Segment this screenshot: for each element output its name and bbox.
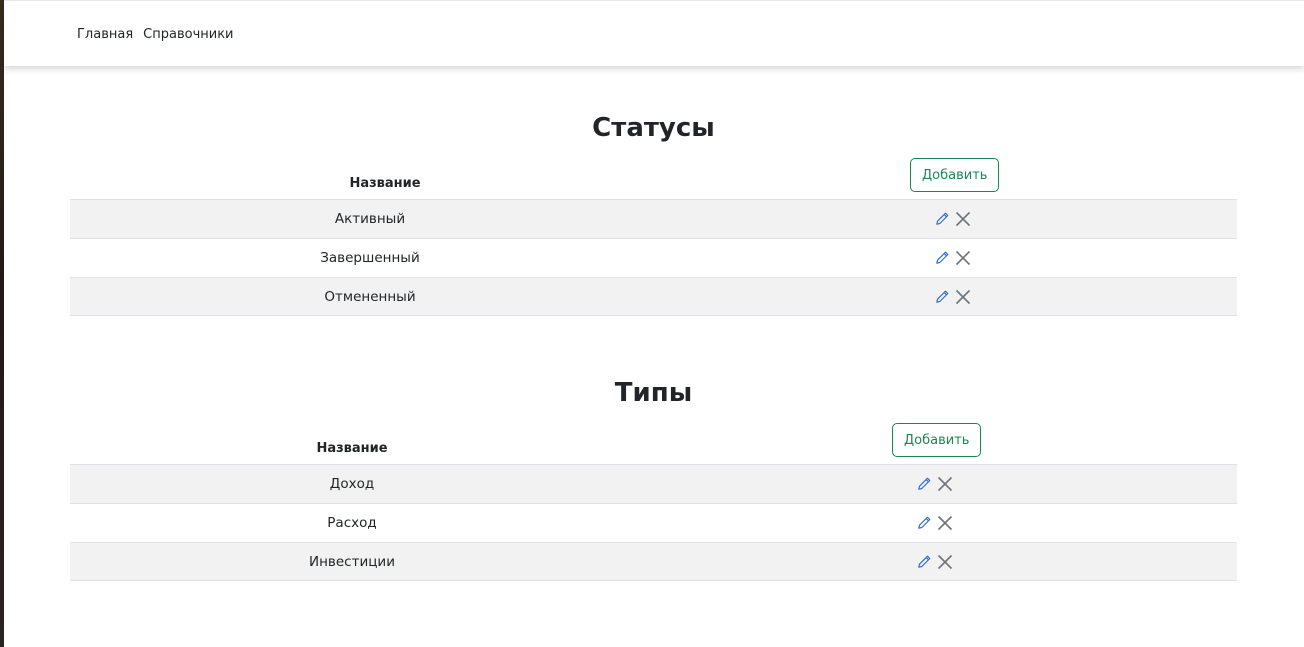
table-row: Расход xyxy=(70,503,1237,542)
statuses-title: Статусы xyxy=(592,113,715,143)
nav-link-references[interactable]: Справочники xyxy=(143,27,233,42)
row-actions xyxy=(916,553,954,571)
type-name-cell: Расход xyxy=(327,515,377,531)
statuses-section: Статусы Название Добавить Активный Завер… xyxy=(70,108,1237,316)
close-icon[interactable] xyxy=(954,249,972,267)
table-row: Инвестиции xyxy=(70,542,1237,581)
close-icon[interactable] xyxy=(954,210,972,228)
nav-link-home[interactable]: Главная xyxy=(77,27,133,42)
types-table-header: Название Добавить xyxy=(70,423,1237,464)
pencil-icon[interactable] xyxy=(916,476,932,492)
pencil-icon[interactable] xyxy=(934,211,950,227)
type-name-cell: Доход xyxy=(329,476,375,492)
window-left-edge xyxy=(0,0,4,647)
status-name-cell: Отмененный xyxy=(324,288,416,305)
pencil-icon[interactable] xyxy=(916,515,932,531)
types-title: Типы xyxy=(614,378,693,408)
close-icon[interactable] xyxy=(936,475,954,493)
statuses-column-name: Название xyxy=(349,176,421,191)
close-icon[interactable] xyxy=(954,288,972,306)
status-name-cell: Активный xyxy=(334,211,406,227)
pencil-icon[interactable] xyxy=(934,250,950,266)
table-row: Активный xyxy=(70,199,1237,238)
statuses-add-button[interactable]: Добавить xyxy=(910,158,1000,192)
type-name-cell: Инвестиции xyxy=(309,553,395,570)
status-name-cell: Завершенный xyxy=(320,250,420,266)
pencil-icon[interactable] xyxy=(916,554,932,570)
row-actions xyxy=(934,288,972,306)
row-actions xyxy=(916,514,954,532)
types-table-body: Доход Расход Инвестиции xyxy=(70,464,1237,581)
types-add-button[interactable]: Добавить xyxy=(892,423,982,457)
table-row: Завершенный xyxy=(70,238,1237,277)
close-icon[interactable] xyxy=(936,553,954,571)
top-navbar: Главная Справочники xyxy=(4,0,1304,66)
types-section: Типы Название Добавить Доход Расход Инве… xyxy=(70,373,1237,581)
table-row: Отмененный xyxy=(70,277,1237,316)
pencil-icon[interactable] xyxy=(934,289,950,305)
row-actions xyxy=(934,210,972,228)
nav-links: Главная Справочники xyxy=(77,27,234,42)
close-icon[interactable] xyxy=(936,514,954,532)
row-actions xyxy=(934,249,972,267)
table-row: Доход xyxy=(70,464,1237,503)
statuses-table-header: Название Добавить xyxy=(70,158,1237,199)
statuses-table-body: Активный Завершенный Отмененный xyxy=(70,199,1237,316)
row-actions xyxy=(916,475,954,493)
types-column-name: Название xyxy=(316,441,388,456)
